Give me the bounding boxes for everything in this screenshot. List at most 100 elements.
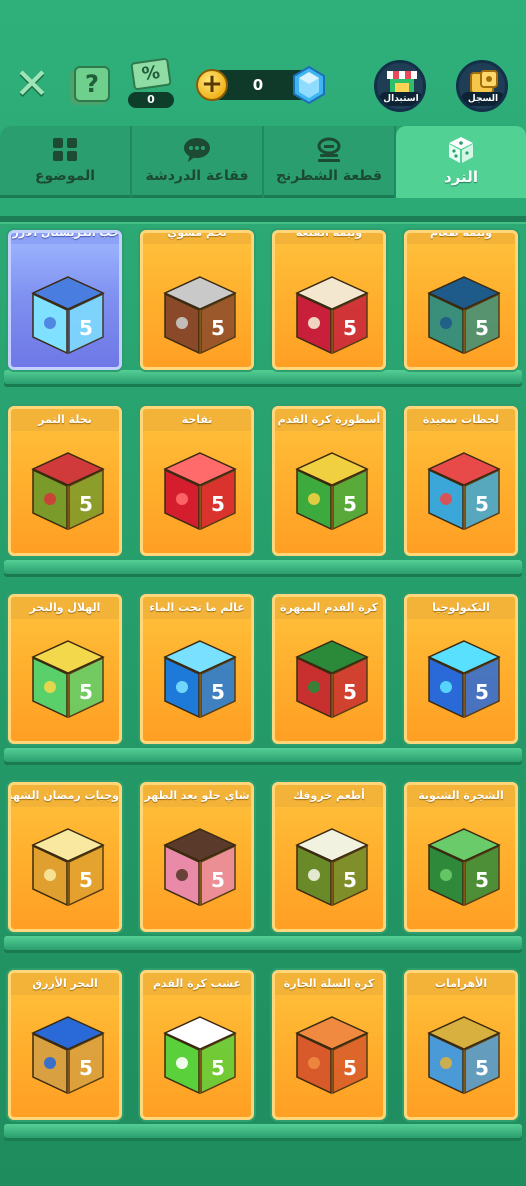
crescent-sea-dice-icon: 5: [31, 640, 105, 719]
dice-card-castle-feast[interactable]: وليمة القلعة 5: [272, 230, 386, 370]
dice-card-apple[interactable]: تفاحة 5: [140, 406, 254, 556]
dice-grid: وليمة طعام 5 وليمة القلعة 5 لحم مشوي 5 حب الكر…: [0, 200, 526, 1186]
shelf: [4, 936, 522, 950]
dazzling-football-dice-icon: 5: [295, 640, 369, 719]
dice-card-date-palm[interactable]: نخلة التمر 5: [8, 406, 122, 556]
tab-label: قطعة الشطرنج: [275, 168, 383, 184]
dice-card-sheep[interactable]: أطعم خروفك 5: [272, 782, 386, 932]
basketball-dice-icon: 5: [295, 1016, 369, 1095]
dice-card-name: لحم مشوي: [143, 233, 251, 244]
dice-card-name: الهلال والبحر: [11, 597, 119, 619]
svg-text:5: 5: [343, 316, 357, 340]
close-button[interactable]: ✕: [12, 63, 52, 105]
date-palm-dice-icon: 5: [31, 452, 105, 531]
svg-text:5: 5: [475, 492, 489, 516]
tab-theme[interactable]: الموضوع: [0, 126, 132, 198]
dice-card-grilled-meat[interactable]: لحم مشوي 5: [140, 230, 254, 370]
dice-card-name: التكنولوجيا: [407, 597, 515, 619]
dice-card-name: نخلة التمر: [11, 409, 119, 431]
plus-icon: +: [201, 69, 223, 99]
castle-feast-dice-icon: 5: [295, 276, 369, 355]
dice-card-name: لحظات سعيدة: [407, 409, 515, 431]
history-button[interactable]: السجل: [456, 60, 508, 112]
ramadan-lantern-dice-icon: 5: [31, 828, 105, 907]
dice-card-football-legend[interactable]: أسطورة كرة القدم 5: [272, 406, 386, 556]
tab-chess-piece[interactable]: قطعة الشطرنج: [264, 126, 396, 198]
exchange-shop-button[interactable]: استبدال: [374, 60, 426, 112]
help-icon: ?: [85, 70, 99, 98]
svg-text:5: 5: [211, 680, 225, 704]
svg-text:5: 5: [79, 1056, 93, 1080]
dice-card-name: وليمة طعام: [407, 233, 515, 244]
tab-label: فقاعة الدردشة: [145, 168, 249, 184]
tab-label: النرد: [444, 168, 478, 186]
tab-dice[interactable]: النرد: [396, 126, 526, 198]
svg-text:5: 5: [343, 868, 357, 892]
tab-chat-bubble[interactable]: فقاعة الدردشة: [132, 126, 264, 198]
dice-card-technology[interactable]: التكنولوجيا 5: [404, 594, 518, 744]
svg-text:5: 5: [343, 492, 357, 516]
dice-card-blue-crystal-love[interactable]: حب الكريستال الأزرق 5: [8, 230, 122, 370]
dice-card-name: أطعم خروفك: [275, 785, 383, 807]
close-icon: ✕: [14, 59, 50, 108]
dice-card-food-feast[interactable]: وليمة طعام 5: [404, 230, 518, 370]
svg-text:5: 5: [475, 1056, 489, 1080]
shelf: [4, 748, 522, 762]
svg-text:5: 5: [475, 316, 489, 340]
carousel-dice-icon: 5: [427, 452, 501, 531]
dice-card-football-grass[interactable]: عشب كرة القدم 5: [140, 970, 254, 1120]
dice-card-name: عشب كرة القدم: [143, 973, 251, 995]
svg-text:5: 5: [79, 316, 93, 340]
svg-text:5: 5: [475, 680, 489, 704]
dice-card-carousel[interactable]: لحظات سعيدة 5: [404, 406, 518, 556]
winter-tree-dice-icon: 5: [427, 828, 501, 907]
dice-card-name: عالم ما تحت الماء: [143, 597, 251, 619]
coupon-button[interactable]: % 0: [128, 57, 174, 110]
dice-card-name: وجبات رمضان الشهية: [11, 785, 119, 807]
dice-card-underwater[interactable]: عالم ما تحت الماء 5: [140, 594, 254, 744]
svg-text:5: 5: [211, 492, 225, 516]
dice-card-name: أسطورة كرة القدم: [275, 409, 383, 431]
chess-piece-icon: [317, 137, 341, 162]
shelf: [4, 370, 522, 384]
dice-card-crescent-sea[interactable]: الهلال والبحر 5: [8, 594, 122, 744]
dice-card-name: الشجرة الشتوية: [407, 785, 515, 807]
dice-card-name: الأهرامات: [407, 973, 515, 995]
dice-card-name: شاي حلو بعد الظهر: [143, 785, 251, 807]
dice-card-pyramids[interactable]: الأهرامات 5: [404, 970, 518, 1120]
blue-crystal-love-dice-icon: 5: [31, 276, 105, 355]
gem-amount: 0: [252, 76, 264, 94]
dice-card-basketball[interactable]: كرة السلة الحارة 5: [272, 970, 386, 1120]
dice-card-name: كرة السلة الحارة: [275, 973, 383, 995]
dice-card-dazzling-football[interactable]: كرة القدم المبهرة 5: [272, 594, 386, 744]
exchange-label: استبدال: [379, 92, 423, 106]
sheep-dice-icon: 5: [295, 828, 369, 907]
dice-card-ramadan-lantern[interactable]: وجبات رمضان الشهية 5: [8, 782, 122, 932]
dice-icon: [449, 137, 473, 163]
food-feast-dice-icon: 5: [427, 276, 501, 355]
add-currency-button[interactable]: +: [196, 69, 228, 101]
svg-text:5: 5: [79, 680, 93, 704]
dice-card-afternoon-tea[interactable]: شاي حلو بعد الظهر 5: [140, 782, 254, 932]
svg-text:5: 5: [475, 868, 489, 892]
football-grass-dice-icon: 5: [163, 1016, 237, 1095]
dice-card-blue-sea[interactable]: البحر الأزرق 5: [8, 970, 122, 1120]
dice-card-name: وليمة القلعة: [275, 233, 383, 244]
top-bar: ✕ ? % 0 + 0 استبدال السجل: [0, 0, 526, 120]
svg-text:5: 5: [211, 868, 225, 892]
svg-text:5: 5: [211, 316, 225, 340]
shelf: [4, 560, 522, 574]
tab-label: الموضوع: [34, 168, 96, 184]
chat-bubble-icon: [184, 138, 210, 162]
help-button[interactable]: ?: [74, 66, 110, 102]
blue-sea-dice-icon: 5: [31, 1016, 105, 1095]
svg-text:5: 5: [211, 1056, 225, 1080]
svg-text:5: 5: [79, 492, 93, 516]
dice-card-name: تفاحة: [143, 409, 251, 431]
pyramids-dice-icon: 5: [427, 1016, 501, 1095]
history-label: السجل: [461, 92, 505, 106]
svg-text:5: 5: [343, 680, 357, 704]
dice-card-winter-tree[interactable]: الشجرة الشتوية 5: [404, 782, 518, 932]
svg-text:5: 5: [343, 1056, 357, 1080]
shelf-top: [0, 216, 526, 224]
